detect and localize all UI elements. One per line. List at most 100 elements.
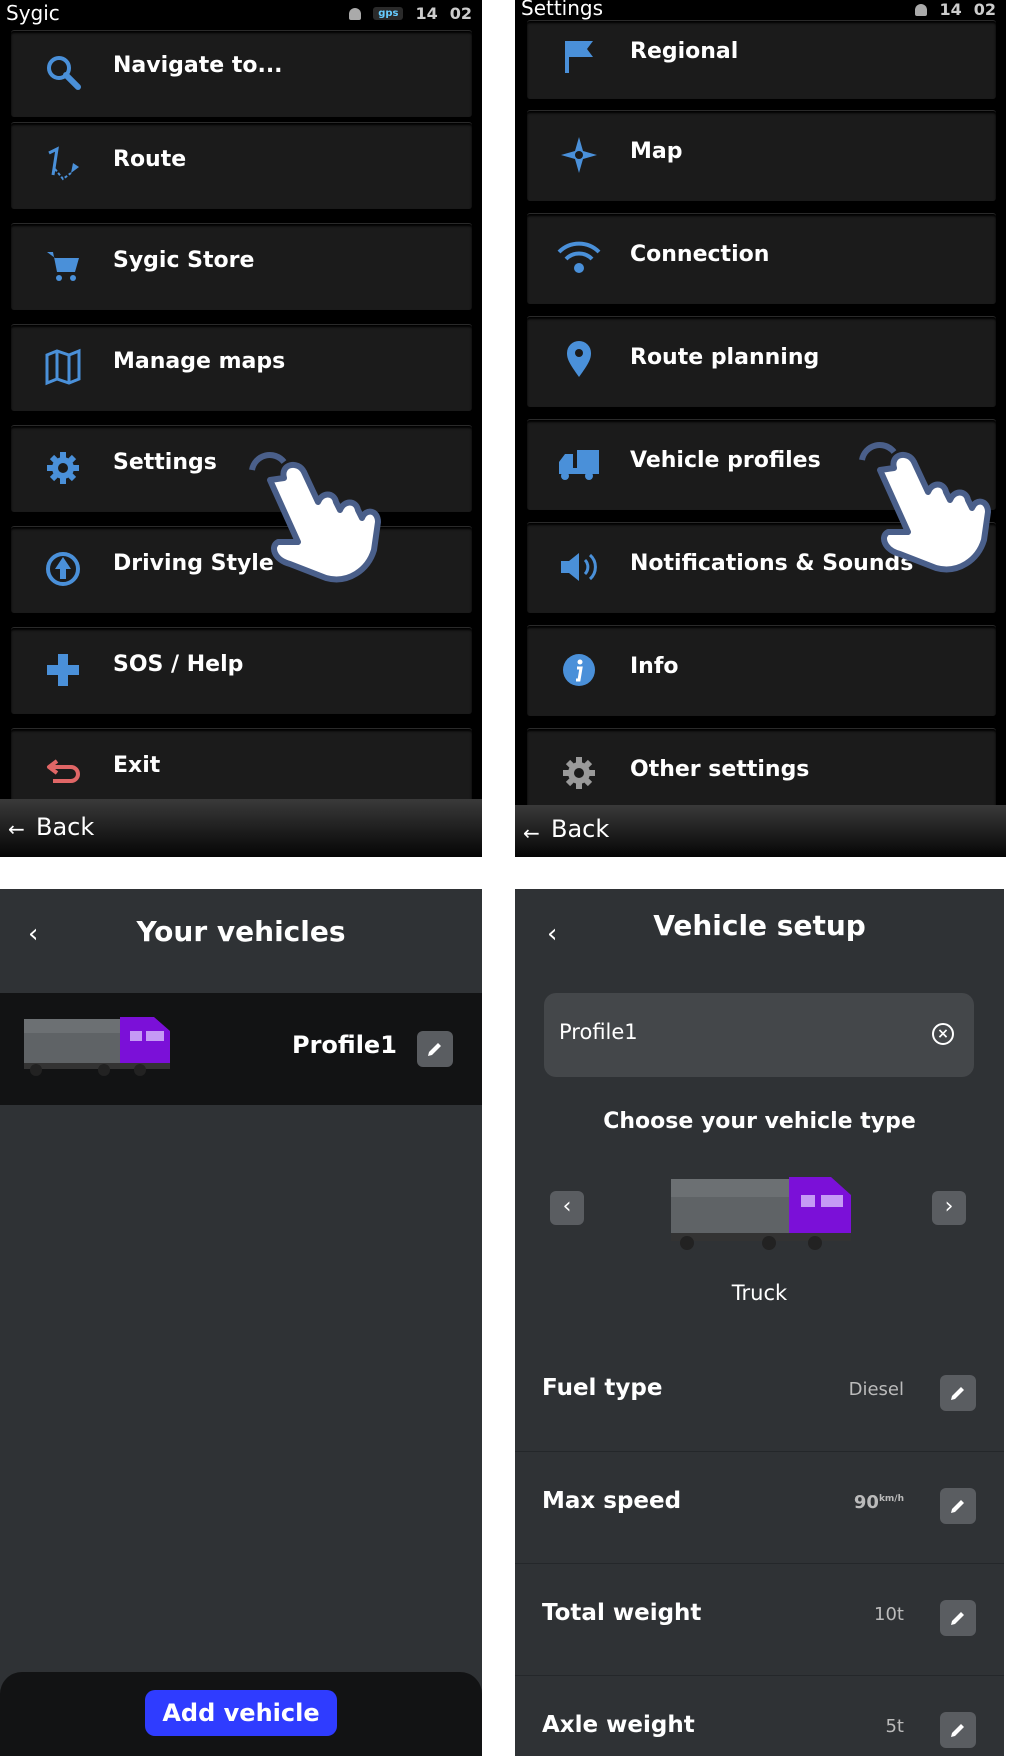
menu-label: Settings bbox=[113, 450, 217, 475]
vehicle-type-label: Truck bbox=[731, 1281, 788, 1305]
screen-title: Settings bbox=[521, 0, 604, 20]
menu-label: Navigate to... bbox=[113, 53, 283, 78]
setting-row-total-weight[interactable]: Total weight 10t bbox=[515, 1563, 1004, 1676]
menu-item-navigate[interactable]: Navigate to... bbox=[11, 30, 472, 117]
vehicle-setup-screen: ‹ Vehicle setup Profile1 × Choose your v… bbox=[515, 889, 1004, 1756]
pencil-icon bbox=[951, 1500, 964, 1513]
gear-icon bbox=[47, 452, 79, 484]
profile-name-field[interactable]: Profile1 × bbox=[544, 993, 974, 1077]
setting-row-fuel-type[interactable]: Fuel type Diesel bbox=[515, 1339, 1004, 1451]
speaker-icon bbox=[561, 553, 597, 581]
menu-label: Regional bbox=[630, 39, 739, 64]
menu-item-store[interactable]: Sygic Store bbox=[11, 223, 472, 310]
setting-value: 5t bbox=[885, 1716, 904, 1737]
menu-label: Exit bbox=[113, 753, 161, 778]
vehicle-type-heading: Choose your vehicle type bbox=[603, 1109, 916, 1134]
pencil-icon bbox=[951, 1724, 964, 1737]
setting-value: 10t bbox=[874, 1604, 904, 1625]
menu-label: Route bbox=[113, 147, 187, 172]
status-bar: Settings 14 02 bbox=[515, 0, 1006, 22]
page-title: Your vehicles bbox=[136, 915, 346, 948]
back-label: Back bbox=[36, 813, 95, 841]
back-bar[interactable]: ← Back bbox=[0, 799, 482, 857]
menu-label: Info bbox=[630, 654, 679, 679]
profile-name: Profile1 bbox=[292, 1031, 397, 1059]
vehicle-icon bbox=[559, 450, 599, 480]
cart-icon bbox=[47, 252, 79, 281]
setting-name: Max speed bbox=[542, 1488, 682, 1514]
prev-vehicle-button[interactable]: ‹ bbox=[550, 1191, 584, 1225]
back-label: Back bbox=[551, 815, 610, 843]
clock-hours: 14 bbox=[939, 0, 962, 19]
pencil-icon bbox=[951, 1612, 964, 1625]
settings-item-route-planning[interactable]: Route planning bbox=[527, 316, 996, 407]
edit-profile-button[interactable] bbox=[417, 1031, 453, 1067]
settings-screen: Settings 14 02 Regional Map Connection R… bbox=[515, 0, 1006, 857]
user-icon bbox=[349, 7, 362, 20]
app-title: Sygic bbox=[6, 1, 60, 25]
menu-label: SOS / Help bbox=[113, 652, 244, 677]
vehicle-profile-row[interactable]: Profile1 bbox=[0, 993, 482, 1105]
menu-label: Vehicle profiles bbox=[630, 448, 821, 473]
main-menu-screen: Sygic gps 14 02 Navigate to... Route Syg… bbox=[0, 0, 482, 857]
setting-name: Fuel type bbox=[542, 1375, 663, 1401]
setting-value: Diesel bbox=[848, 1379, 904, 1400]
clear-icon[interactable]: × bbox=[932, 1023, 954, 1045]
edit-setting-button[interactable] bbox=[940, 1375, 976, 1411]
compass-icon bbox=[561, 137, 597, 173]
setting-row-axle-weight[interactable]: Axle weight 5t bbox=[515, 1675, 1004, 1756]
add-vehicle-button[interactable]: Add vehicle bbox=[145, 1690, 337, 1736]
setting-unit: km/h bbox=[878, 1494, 904, 1504]
driving-style-icon bbox=[46, 552, 80, 586]
setting-name: Axle weight bbox=[542, 1712, 695, 1738]
clock-hours: 14 bbox=[415, 4, 438, 23]
setting-row-max-speed[interactable]: Max speed 90km/h bbox=[515, 1451, 1004, 1564]
gear-icon bbox=[563, 757, 595, 789]
page-title: Vehicle setup bbox=[653, 909, 866, 942]
menu-label: Connection bbox=[630, 242, 770, 267]
tap-hand-icon bbox=[859, 442, 991, 573]
your-vehicles-screen: ‹ Your vehicles Profile1 Add vehicle bbox=[0, 889, 482, 1756]
clock-minutes: 02 bbox=[973, 0, 996, 19]
clock-minutes: 02 bbox=[449, 4, 472, 23]
menu-label: Sygic Store bbox=[113, 248, 255, 273]
truck-icon bbox=[24, 1017, 170, 1076]
settings-item-info[interactable]: Info bbox=[527, 625, 996, 716]
info-icon bbox=[563, 654, 595, 686]
menu-item-manage-maps[interactable]: Manage maps bbox=[11, 324, 472, 411]
back-bar[interactable]: ← Back bbox=[515, 805, 1006, 857]
truck-icon bbox=[671, 1177, 851, 1250]
user-icon bbox=[915, 3, 928, 16]
search-icon bbox=[47, 56, 81, 90]
back-arrow-icon: ← bbox=[8, 817, 25, 841]
pencil-icon bbox=[951, 1387, 964, 1400]
gps-indicator: gps bbox=[373, 7, 404, 20]
edit-setting-button[interactable] bbox=[940, 1712, 976, 1748]
exit-icon bbox=[47, 759, 80, 783]
menu-label: Manage maps bbox=[113, 349, 286, 374]
flag-icon bbox=[565, 41, 593, 73]
bottom-sheet: Add vehicle bbox=[0, 1672, 482, 1756]
setting-name: Total weight bbox=[542, 1600, 702, 1626]
plus-icon bbox=[47, 654, 79, 686]
tap-hand-icon bbox=[249, 452, 381, 583]
settings-item-connection[interactable]: Connection bbox=[527, 213, 996, 304]
menu-item-route[interactable]: Route bbox=[11, 122, 472, 209]
pin-icon bbox=[567, 341, 591, 377]
map-icon bbox=[45, 348, 81, 386]
next-vehicle-button[interactable]: › bbox=[932, 1191, 966, 1225]
edit-setting-button[interactable] bbox=[940, 1600, 976, 1636]
back-arrow-icon: ← bbox=[523, 821, 540, 845]
menu-label: Other settings bbox=[630, 757, 810, 782]
route-icon bbox=[48, 146, 79, 181]
settings-item-regional[interactable]: Regional bbox=[527, 20, 996, 99]
menu-label: Map bbox=[630, 139, 683, 164]
menu-item-sos-help[interactable]: SOS / Help bbox=[11, 627, 472, 714]
profile-name-value: Profile1 bbox=[559, 1020, 638, 1044]
setting-value: 90 bbox=[853, 1492, 879, 1513]
settings-item-map[interactable]: Map bbox=[527, 110, 996, 201]
edit-setting-button[interactable] bbox=[940, 1488, 976, 1524]
status-bar: Sygic gps 14 02 bbox=[0, 0, 482, 28]
menu-label: Route planning bbox=[630, 345, 820, 370]
pencil-icon bbox=[428, 1043, 441, 1056]
